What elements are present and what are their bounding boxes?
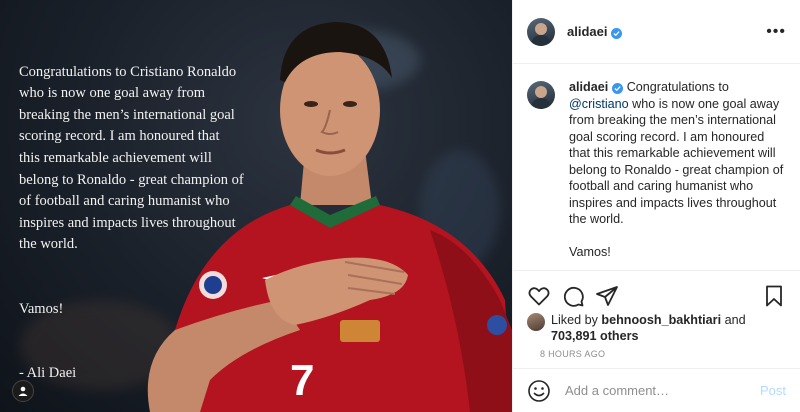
liker-avatar[interactable] (527, 313, 545, 331)
caption-body: Congratulations to (623, 80, 729, 94)
verified-badge-icon (612, 83, 624, 94)
comment-bubble-icon[interactable] (561, 284, 585, 308)
likes-summary: Liked by behnoosh_bakhtiari and 703,891 … (527, 312, 786, 344)
caption-username[interactable]: alidaei (569, 80, 608, 94)
likes-and: and (721, 313, 746, 327)
emoji-icon[interactable] (527, 379, 551, 403)
post-photo[interactable]: 7 Congratulations to Cristiano Ronaldo w… (0, 0, 512, 412)
post-caption: alidaei Congratulations to @cristiano wh… (513, 64, 800, 274)
quote-paragraph: Congratulations to Cristiano Ronaldo who… (19, 63, 244, 253)
post-comment-button[interactable]: Post (760, 383, 786, 398)
caption-avatar[interactable] (527, 81, 555, 109)
caption-text: alidaei Congratulations to @cristiano wh… (569, 79, 786, 274)
verified-badge-icon (611, 28, 623, 39)
author-username[interactable]: alidaei (567, 24, 623, 39)
caption-body: who is now one goal away from breaking t… (569, 96, 784, 227)
instagram-post-modal: 7 Congratulations to Cristiano Ronaldo w… (0, 0, 800, 412)
like-heart-icon[interactable] (527, 284, 551, 308)
comment-bar: Post (513, 368, 800, 412)
post-timestamp[interactable]: 8 HOURS AGO (540, 349, 605, 359)
likes-prefix: Liked by (551, 313, 602, 327)
photo-quote: Congratulations to Cristiano Ronaldo who… (19, 40, 289, 412)
more-options-icon[interactable]: ••• (766, 23, 786, 39)
action-bar (513, 270, 800, 310)
user-tag-icon[interactable] (12, 380, 34, 402)
caption-closing: Vamos! (569, 244, 611, 259)
share-paper-plane-icon[interactable] (595, 284, 619, 308)
quote-signature: - Ali Daei (19, 364, 77, 381)
quote-paragraph: Vamos! (19, 300, 64, 317)
jersey-number: 7 (290, 356, 314, 405)
likes-count[interactable]: 703,891 others (551, 329, 639, 343)
post-side-panel: alidaei ••• alidaei Congratulations to @… (512, 0, 800, 412)
mention-link[interactable]: @cristiano (569, 97, 629, 111)
post-header: alidaei ••• (513, 0, 800, 64)
liker-username[interactable]: behnoosh_bakhtiari (601, 313, 721, 327)
comment-input[interactable] (565, 383, 760, 398)
save-bookmark-icon[interactable] (762, 284, 786, 308)
author-avatar[interactable] (527, 17, 555, 46)
